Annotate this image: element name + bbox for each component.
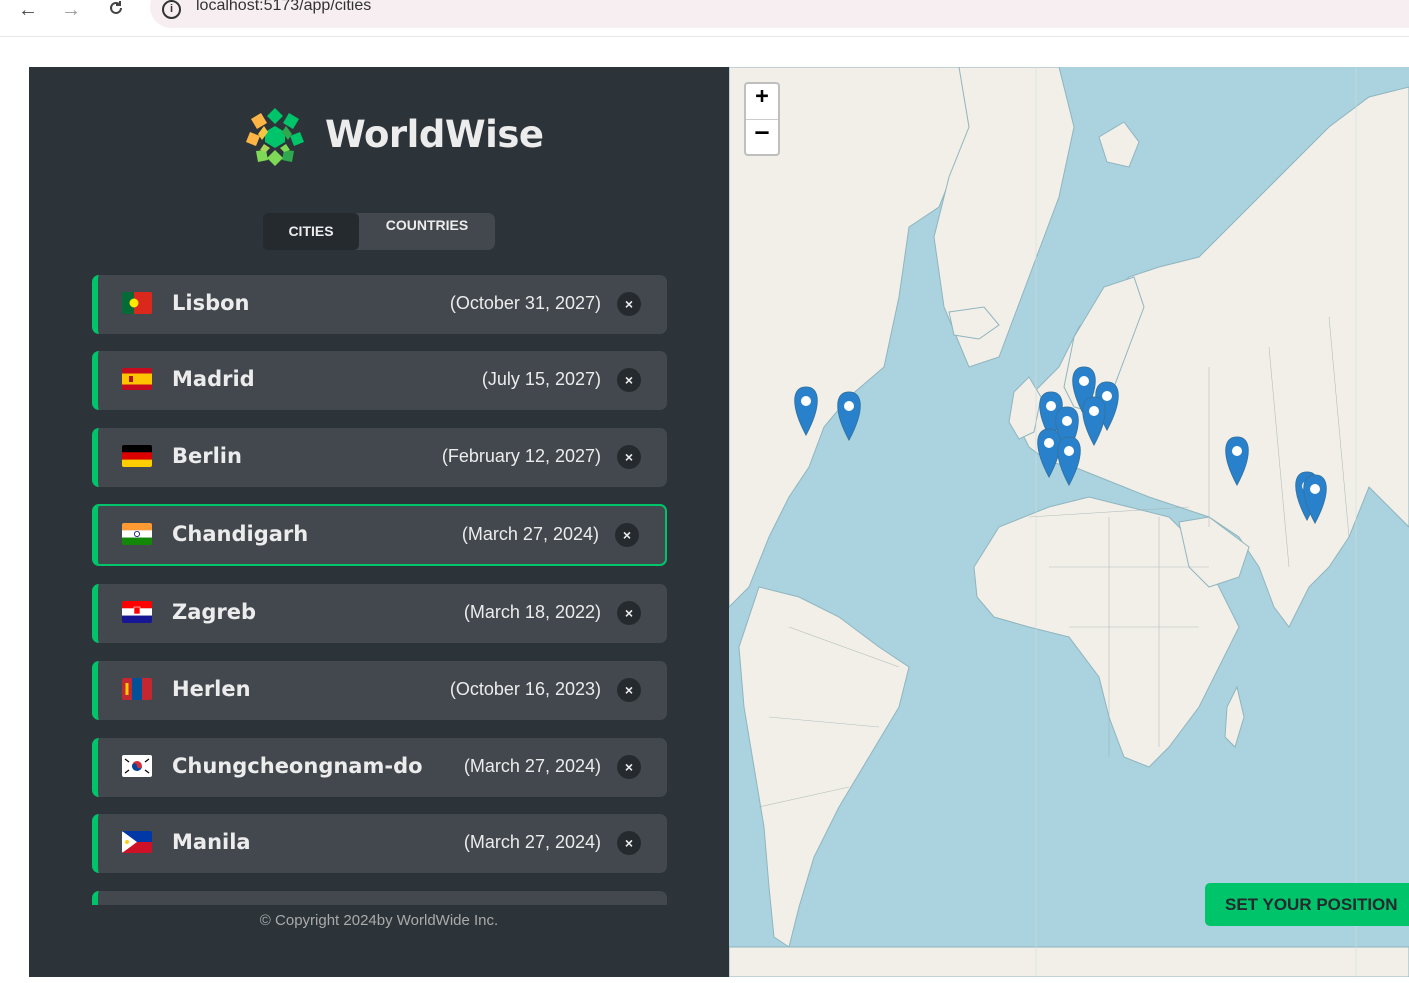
city-date: (July 15, 2027): [481, 369, 601, 389]
flag-croatia-icon: [122, 601, 152, 623]
world-map[interactable]: [729, 67, 1409, 977]
delete-city-button[interactable]: ×: [617, 601, 641, 625]
delete-city-button[interactable]: ×: [617, 292, 641, 316]
city-item-herlen[interactable]: Herlen (October 16, 2023) ×: [92, 661, 667, 720]
city-date: (March 27, 2024): [461, 524, 599, 544]
city-name: Herlen: [172, 677, 251, 701]
city-item-manila[interactable]: Manila (March 27, 2024) ×: [92, 814, 667, 873]
tab-switcher: CITIES COUNTRIES: [263, 213, 495, 250]
brand-name: WorldWise: [325, 113, 544, 156]
city-item-lisbon[interactable]: Lisbon (October 31, 2027) ×: [92, 275, 667, 334]
city-date: (February 12, 2027): [441, 446, 601, 466]
reload-button[interactable]: [102, 0, 130, 22]
city-name: Chungcheongnam-do: [172, 754, 423, 778]
flag-portugal-icon: [122, 292, 152, 314]
copyright-footer: © Copyright 2024by WorldWide Inc.: [259, 912, 499, 929]
flag-spain-icon: [122, 368, 152, 390]
app-layout: WorldWise CITIES COUNTRIES Lisbon (Octob…: [29, 67, 1409, 977]
forward-arrow-icon: →: [61, 0, 81, 21]
city-date: (March 27, 2024): [463, 756, 601, 776]
zoom-control: + –: [744, 82, 780, 156]
delete-city-button[interactable]: ×: [617, 445, 641, 469]
sidebar: WorldWise CITIES COUNTRIES Lisbon (Octob…: [29, 67, 729, 977]
city-name: Chandigarh: [172, 522, 309, 546]
city-name: Madrid: [172, 367, 255, 391]
forward-button[interactable]: →: [57, 0, 85, 22]
city-name: Manila: [172, 830, 251, 854]
city-item-berlin[interactable]: Berlin (February 12, 2027) ×: [92, 428, 667, 487]
map-container[interactable]: + – SET YOUR POSITION: [729, 67, 1409, 977]
flag-philippines-icon: [122, 831, 152, 853]
delete-city-button[interactable]: ×: [617, 831, 641, 855]
city-name: Berlin: [172, 444, 242, 468]
browser-toolbar: ← → i localhost:5173/app/cities: [0, 0, 1409, 37]
worldwise-logo-icon: [243, 105, 307, 169]
delete-city-button[interactable]: ×: [615, 523, 639, 547]
zoom-out-button[interactable]: –: [746, 120, 778, 155]
delete-city-button[interactable]: ×: [617, 678, 641, 702]
back-arrow-icon: ←: [18, 0, 38, 21]
city-item-madrid[interactable]: Madrid (July 15, 2027) ×: [92, 351, 667, 410]
back-button[interactable]: ←: [14, 0, 42, 22]
city-date: (October 31, 2027): [449, 293, 601, 313]
tab-cities[interactable]: CITIES: [263, 213, 359, 250]
flag-germany-icon: [122, 445, 152, 467]
city-item-zagreb[interactable]: Zagreb (March 18, 2022) ×: [92, 584, 667, 643]
flag-south-korea-icon: [122, 755, 152, 777]
url-text[interactable]: localhost:5173/app/cities: [196, 0, 371, 15]
zoom-in-button[interactable]: +: [746, 84, 778, 120]
flag-mongolia-icon: [122, 678, 152, 700]
tab-countries[interactable]: COUNTRIES: [363, 217, 491, 246]
flag-india-icon: [122, 523, 152, 545]
city-item-partial[interactable]: [92, 891, 667, 905]
city-date: (October 16, 2023): [449, 679, 601, 699]
city-item-chandigarh[interactable]: Chandigarh (March 27, 2024) ×: [92, 504, 667, 566]
city-name: Zagreb: [172, 600, 257, 624]
delete-city-button[interactable]: ×: [617, 755, 641, 779]
city-item-chungcheongnam-do[interactable]: Chungcheongnam-do (March 27, 2024) ×: [92, 738, 667, 797]
site-info-icon[interactable]: i: [162, 0, 181, 19]
delete-city-button[interactable]: ×: [617, 368, 641, 392]
city-date: (March 18, 2022): [463, 602, 601, 622]
city-date: (March 27, 2024): [463, 832, 601, 852]
set-position-button[interactable]: SET YOUR POSITION: [1205, 883, 1409, 926]
city-name: Lisbon: [172, 291, 250, 315]
reload-icon: [110, 1, 122, 14]
city-list: Lisbon (October 31, 2027) × Madrid (July…: [92, 275, 667, 905]
